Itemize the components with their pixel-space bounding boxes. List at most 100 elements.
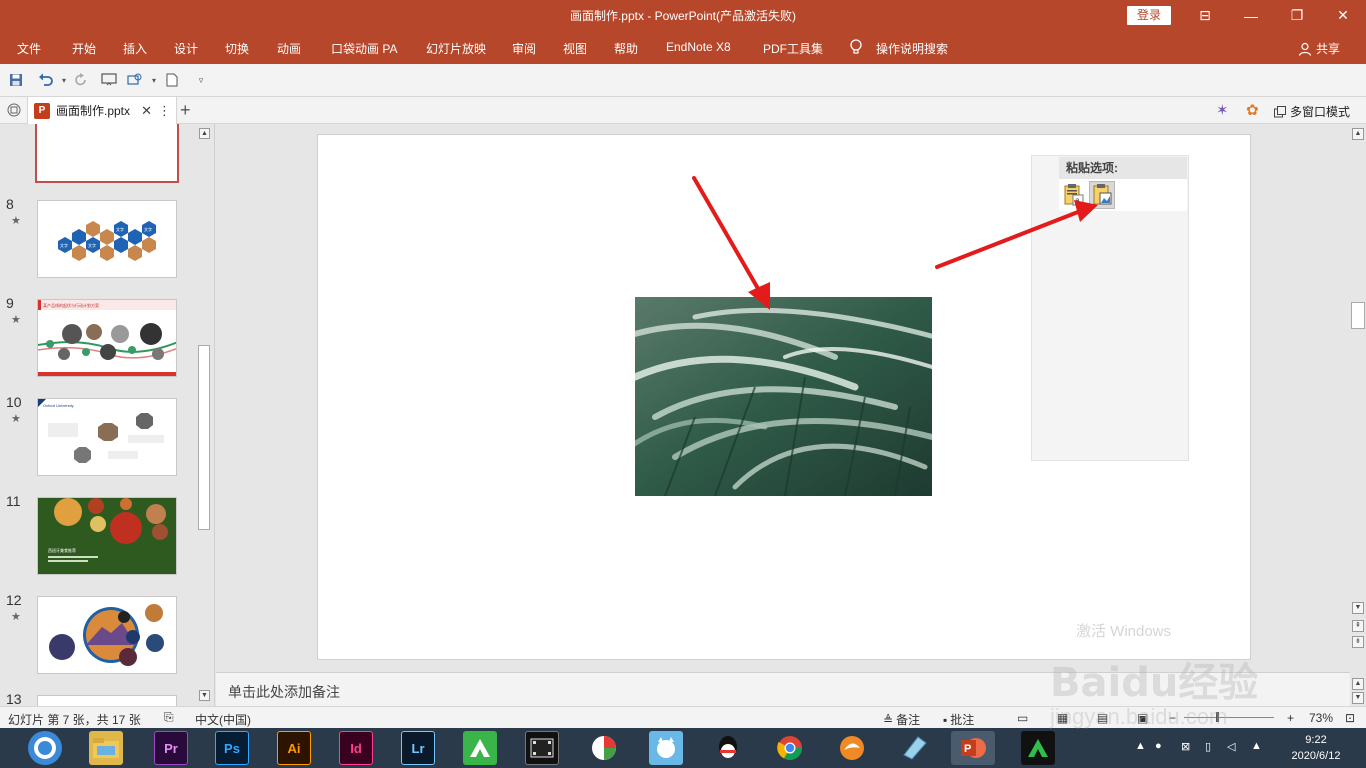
paste-options-panel: 粘贴选项: a [1031, 155, 1189, 461]
document-tab[interactable]: P 画面制作.pptx ✕ ⋮ [27, 97, 177, 124]
tab-endnote[interactable]: EndNote X8 [666, 40, 731, 54]
scroll-down-icon[interactable]: ▼ [1352, 602, 1364, 614]
close-tab-icon[interactable]: ✕ [141, 103, 152, 119]
minimize-button[interactable]: — [1228, 0, 1274, 31]
tab-design[interactable]: 设计 [174, 40, 198, 57]
green-arrow-app-icon[interactable] [1021, 731, 1055, 765]
restore-button[interactable]: ❐ [1274, 0, 1320, 31]
spellcheck-icon[interactable]: ⎘ [164, 710, 174, 725]
wifi-icon[interactable]: ▲ [1251, 740, 1262, 752]
scroll-thumb[interactable] [1351, 302, 1365, 329]
slide-thumbnail-12[interactable] [37, 596, 177, 674]
next-slide-icon[interactable]: ⇟ [1352, 636, 1364, 648]
illustrator-icon[interactable]: Ai [277, 731, 311, 765]
magic-wand-icon[interactable]: ✶ [1216, 101, 1234, 119]
photoshop-icon[interactable]: Ps [215, 731, 249, 765]
tab-animations[interactable]: 动画 [277, 40, 301, 57]
slideshow-view-icon[interactable]: ▣ [1137, 711, 1148, 725]
ribbon-display-options-button[interactable]: ⊟ [1182, 0, 1228, 31]
notes-button[interactable]: ≜ 备注 [883, 711, 920, 728]
slide-thumbnail-9[interactable]: 某产品线的起伏与行动计划方案 [37, 299, 177, 377]
tab-view[interactable]: 视图 [563, 40, 587, 57]
save-icon[interactable] [7, 72, 25, 88]
customize-icon[interactable] [126, 72, 144, 88]
tab-review[interactable]: 审阅 [512, 40, 536, 57]
comments-button[interactable]: ▪ 批注 [943, 711, 974, 728]
scroll-thumb[interactable] [198, 345, 210, 530]
from-beginning-icon[interactable] [100, 72, 118, 88]
notes-pane[interactable]: 单击此处添加备注 [216, 672, 1350, 706]
qq-icon[interactable] [711, 731, 745, 765]
zoom-slider[interactable] [1184, 717, 1274, 718]
slide-thumbnail-10[interactable]: Oxford University [37, 398, 177, 476]
tab-file[interactable]: 文件 [17, 40, 41, 57]
keep-text-only-icon[interactable]: a [1061, 181, 1087, 209]
fit-to-window-icon[interactable]: ⊡ [1345, 711, 1355, 725]
zoom-slider-thumb[interactable] [1216, 712, 1219, 722]
zoom-in-icon[interactable]: + [1287, 711, 1294, 725]
new-tab-icon[interactable]: + [180, 100, 191, 121]
redo-icon[interactable] [72, 72, 90, 88]
more-icon[interactable]: ▿ [192, 72, 210, 88]
zoom-level[interactable]: 73% [1309, 711, 1333, 725]
undo-dropdown-icon[interactable]: ▾ [55, 72, 73, 88]
file-compare-icon[interactable] [7, 103, 21, 117]
start-search-icon[interactable] [28, 731, 62, 765]
slide-thumbnail-8[interactable]: 文字 文字 文字 文字 [37, 200, 177, 278]
qq-tray-icon[interactable]: ● [1155, 740, 1162, 752]
premiere-icon[interactable]: Pr [154, 731, 188, 765]
indesign-icon[interactable]: Id [339, 731, 373, 765]
paste-as-picture-icon[interactable] [1089, 181, 1115, 209]
grass-photo[interactable] [635, 297, 932, 496]
green-app-icon[interactable] [463, 731, 497, 765]
notes-scroll-up-icon[interactable]: ▲ [1352, 678, 1364, 690]
tab-transitions[interactable]: 切换 [225, 40, 249, 57]
volume-icon[interactable]: ◁ [1227, 740, 1235, 753]
scroll-down-icon[interactable]: ▼ [199, 690, 210, 701]
video-editor-icon[interactable] [525, 731, 559, 765]
scroll-up-icon[interactable]: ▲ [199, 128, 210, 139]
cat-app-icon[interactable] [649, 731, 683, 765]
tell-me-search[interactable]: 操作说明搜索 [876, 40, 948, 57]
slide-thumbnail-11[interactable]: 西班牙美食推荐 [37, 497, 177, 575]
tab-menu-icon[interactable]: ⋮ [158, 103, 171, 119]
editor-scrollbar[interactable]: ▲ ▼ ⇞ ⇟ ▲ ▼ [1350, 124, 1366, 706]
orange-bird-icon[interactable] [835, 731, 869, 765]
customize-dropdown-icon[interactable]: ▾ [145, 72, 163, 88]
tab-pdf-tools[interactable]: PDF工具集 [763, 40, 823, 57]
undo-icon[interactable] [37, 72, 55, 88]
tray-expand-icon[interactable]: ▲ [1135, 740, 1146, 752]
powerpoint-taskbar-icon[interactable]: P [951, 731, 995, 765]
scroll-up-icon[interactable]: ▲ [1352, 128, 1364, 140]
language-indicator[interactable]: 中文(中国) [195, 711, 251, 728]
slide-thumbnail-7[interactable] [35, 124, 179, 183]
login-button[interactable]: 登录 [1127, 6, 1171, 25]
lightroom-icon[interactable]: Lr [401, 731, 435, 765]
notebook-app-icon[interactable] [897, 731, 931, 765]
paste-options-row: a [1059, 179, 1187, 211]
share-button[interactable]: 共享 [1298, 40, 1340, 57]
clock[interactable]: 9:22 2020/6/12 [1284, 732, 1348, 764]
tab-insert[interactable]: 插入 [123, 40, 147, 57]
tab-pocket-animation[interactable]: 口袋动画 PA [331, 40, 397, 57]
notes-scroll-down-icon[interactable]: ▼ [1352, 692, 1364, 704]
close-button[interactable]: ✕ [1320, 0, 1366, 31]
tab-help[interactable]: 帮助 [614, 40, 638, 57]
zoom-out-icon[interactable]: − [1169, 711, 1176, 725]
settings-gear-icon[interactable]: ✿ [1246, 101, 1264, 119]
chrome-icon[interactable] [773, 731, 807, 765]
battery-icon[interactable]: ▯ [1205, 740, 1211, 753]
previous-slide-icon[interactable]: ⇞ [1352, 620, 1364, 632]
colorful-app-icon[interactable] [587, 731, 621, 765]
new-icon[interactable] [163, 72, 181, 88]
multi-window-mode-button[interactable]: 多窗口模式 [1274, 103, 1350, 120]
tab-home[interactable]: 开始 [72, 40, 96, 57]
file-explorer-icon[interactable] [89, 731, 123, 765]
thumbnail-scrollbar[interactable]: ▲ ▼ [196, 124, 213, 706]
tab-slideshow[interactable]: 幻灯片放映 [426, 40, 486, 57]
slide-sorter-icon[interactable]: ▦ [1057, 711, 1068, 725]
reading-view-icon[interactable]: ▤ [1097, 711, 1108, 725]
slide-thumbnail-13[interactable] [37, 695, 177, 706]
network-warning-icon[interactable]: ⊠ [1181, 740, 1190, 753]
normal-view-icon[interactable]: ▭ [1017, 711, 1028, 725]
